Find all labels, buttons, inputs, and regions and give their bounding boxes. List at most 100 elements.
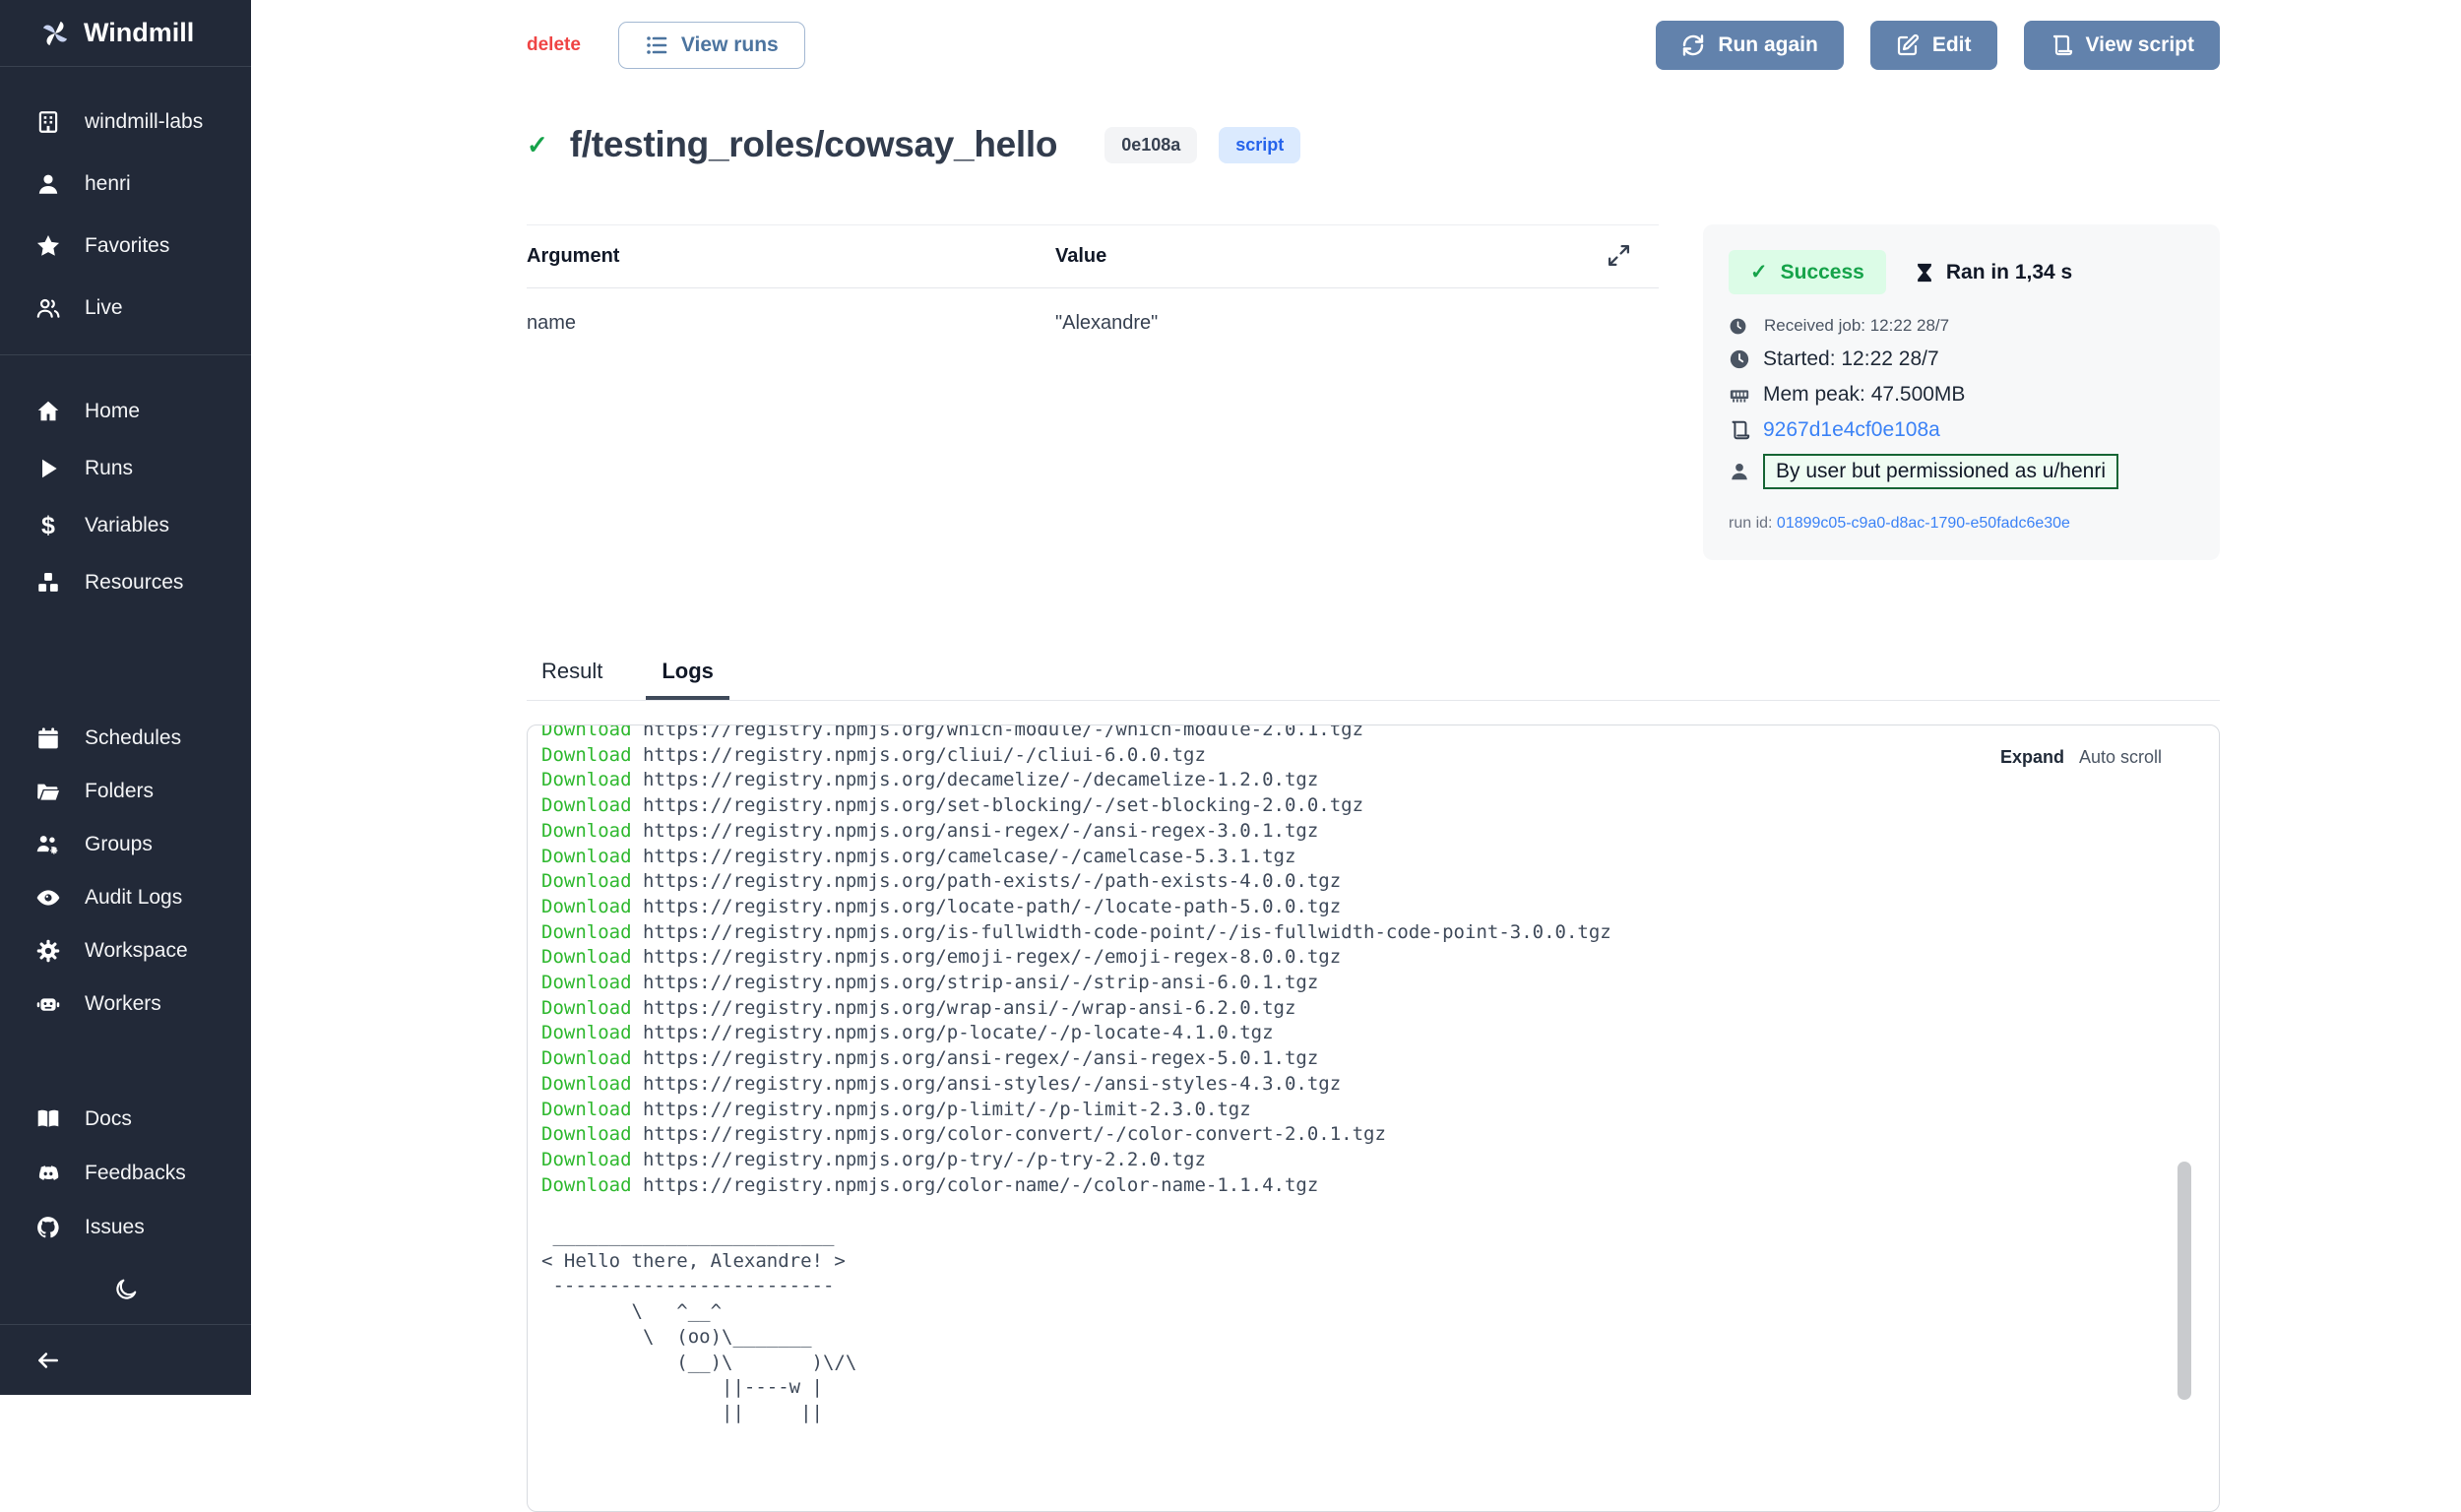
user-group-gear-icon (35, 832, 61, 857)
delete-button[interactable]: delete (527, 34, 581, 56)
scroll-icon (2050, 33, 2073, 57)
status-card: ✓ Success Ran in 1,34 s Received job: 12… (1703, 224, 2220, 560)
calendar-icon (35, 725, 61, 751)
run-id-link[interactable]: 01899c05-c9a0-d8ac-1790-e50fadc6e30e (1777, 515, 2070, 532)
success-check-icon: ✓ (527, 130, 548, 160)
gear-icon (35, 938, 61, 964)
audit-logs-label: Audit Logs (85, 886, 182, 910)
log-panel: Expand Auto scroll Download https://regi… (527, 724, 2220, 1512)
mem-peak-line: Mem peak: 47.500MB (1729, 383, 2194, 407)
runs-label: Runs (85, 457, 133, 480)
book-icon (35, 1106, 61, 1132)
eye-icon (35, 885, 61, 911)
list-icon (645, 33, 668, 57)
sidebar-item-feedbacks[interactable]: Feedbacks (0, 1146, 251, 1200)
job-heading: ✓ f/testing_roles/cowsay_hello 0e108a sc… (527, 124, 2220, 165)
run-again-button[interactable]: Run again (1656, 21, 1844, 70)
sidebar-item-issues[interactable]: Issues (0, 1200, 251, 1254)
scroll-icon (1729, 419, 1750, 441)
result-logs-tabs: Result Logs (527, 659, 2220, 701)
workers-label: Workers (85, 992, 161, 1016)
duration: Ran in 1,34 s (1914, 261, 2072, 284)
arguments-table: Argument Value name "Alexandre" (527, 224, 1659, 358)
sidebar-item-favorites[interactable]: Favorites (0, 215, 251, 277)
view-runs-label: View runs (681, 33, 779, 57)
sidebar-item-home[interactable]: Home (0, 383, 251, 440)
feedbacks-label: Feedbacks (85, 1162, 186, 1185)
tab-result[interactable]: Result (539, 659, 604, 700)
github-icon (35, 1215, 61, 1240)
expand-table-icon[interactable] (1607, 243, 1631, 268)
groups-label: Groups (85, 833, 153, 856)
boxes-icon (35, 570, 61, 596)
sidebar-item-audit-logs[interactable]: Audit Logs (0, 871, 251, 924)
duration-label: Ran in 1,34 s (1946, 261, 2072, 284)
sidebar-item-workspace-name[interactable]: windmill-labs (0, 91, 251, 153)
commit-hash-badge: 0e108a (1104, 127, 1197, 163)
arguments-table-header: Argument Value (527, 225, 1659, 288)
folder-open-icon (35, 779, 61, 804)
view-script-label: View script (2086, 33, 2195, 57)
sidebar-item-runs[interactable]: Runs (0, 440, 251, 497)
edit-label: Edit (1932, 33, 1972, 57)
check-icon: ✓ (1750, 260, 1768, 284)
view-script-button[interactable]: View script (2024, 21, 2221, 70)
argument-column-header: Argument (527, 245, 1055, 268)
toolbar: delete View runs Run again Edit View scr… (527, 18, 2220, 73)
permission-line: By user but permissioned as u/henri (1729, 454, 2194, 489)
clock-icon (1729, 348, 1750, 370)
sidebar-divider (0, 354, 251, 355)
sidebar-collapse-button[interactable] (0, 1324, 251, 1395)
home-icon (35, 399, 61, 424)
edit-button[interactable]: Edit (1870, 21, 1997, 70)
windmill-logo[interactable]: Windmill (0, 0, 251, 67)
memory-icon (1729, 384, 1750, 406)
sidebar-item-schedules[interactable]: Schedules (0, 712, 251, 765)
sidebar-item-groups[interactable]: Groups (0, 818, 251, 871)
robot-icon (35, 991, 61, 1017)
argument-value-cell: "Alexandre" (1055, 312, 1158, 335)
sidebar-item-workspace-settings[interactable]: Workspace (0, 924, 251, 977)
page-title: f/testing_roles/cowsay_hello (570, 124, 1057, 165)
permissioned-as-box: By user but permissioned as u/henri (1763, 454, 2118, 489)
app-title: Windmill (84, 18, 194, 48)
favorites-label: Favorites (85, 234, 169, 258)
status-badge-label: Success (1781, 261, 1864, 284)
clock-icon (1729, 317, 1747, 336)
sidebar-item-variables[interactable]: $ Variables (0, 497, 251, 554)
schedules-label: Schedules (85, 726, 181, 750)
sidebar-item-folders[interactable]: Folders (0, 765, 251, 818)
docs-label: Docs (85, 1107, 132, 1131)
log-scrollbar-thumb[interactable] (2177, 1162, 2191, 1400)
sidebar-item-user[interactable]: henri (0, 153, 251, 215)
dark-mode-toggle[interactable] (0, 1264, 251, 1315)
log-content: Download https://registry.npmjs.org/whic… (528, 724, 2219, 1426)
view-runs-button[interactable]: View runs (618, 22, 805, 69)
play-icon (35, 456, 61, 481)
discord-icon (35, 1161, 61, 1186)
started-line: Started: 12:22 28/7 (1729, 347, 2194, 371)
mem-peak-label: Mem peak: 47.500MB (1763, 383, 1965, 407)
main-area: delete View runs Run again Edit View scr… (251, 0, 2461, 1395)
job-kind-badge: script (1219, 127, 1300, 163)
tab-logs[interactable]: Logs (646, 659, 729, 700)
resources-label: Resources (85, 571, 183, 595)
auto-scroll-toggle[interactable]: Auto scroll (2079, 747, 2162, 768)
sidebar: Windmill windmill-labs henri Favorites L… (0, 0, 251, 1395)
building-icon (35, 109, 61, 135)
parent-hash-line: 9267d1e4cf0e108a (1729, 418, 2194, 442)
person-icon (1729, 461, 1750, 482)
parent-hash-link[interactable]: 9267d1e4cf0e108a (1763, 418, 1940, 442)
received-line: Received job: 12:22 28/7 (1729, 316, 2194, 336)
run-again-label: Run again (1718, 33, 1818, 57)
status-badge: ✓ Success (1729, 250, 1886, 294)
received-label: Received job: 12:22 28/7 (1764, 316, 1949, 336)
sidebar-item-resources[interactable]: Resources (0, 554, 251, 611)
issues-label: Issues (85, 1216, 145, 1239)
hourglass-icon (1914, 262, 1935, 284)
sidebar-item-live[interactable]: Live (0, 277, 251, 339)
sidebar-item-docs[interactable]: Docs (0, 1092, 251, 1146)
expand-logs-button[interactable]: Expand (2000, 747, 2064, 768)
users-icon (35, 295, 61, 321)
sidebar-item-workers[interactable]: Workers (0, 977, 251, 1031)
